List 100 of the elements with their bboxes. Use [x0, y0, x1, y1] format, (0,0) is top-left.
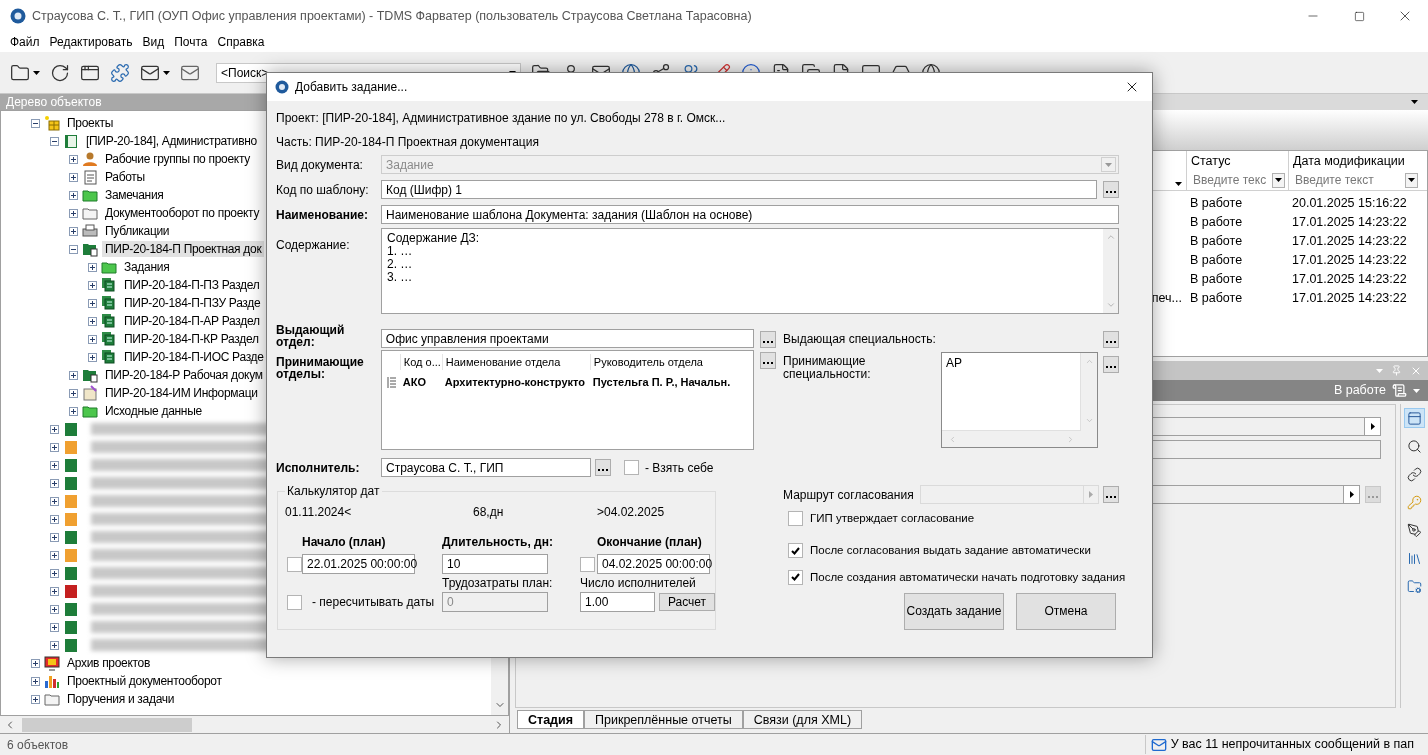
tree-item[interactable]: Проектный документооборот	[64, 673, 225, 689]
expand-toggle[interactable]	[50, 532, 59, 542]
expand-toggle[interactable]	[88, 280, 97, 290]
expand-toggle[interactable]	[50, 460, 59, 470]
expand-toggle[interactable]	[88, 298, 97, 308]
expand-toggle[interactable]	[50, 514, 59, 524]
expand-toggle[interactable]	[50, 622, 59, 632]
message-notice[interactable]: У вас 11 непрочитанных сообщений в пап	[1170, 735, 1414, 754]
tab[interactable]: Прикреплённые отчеты	[584, 710, 743, 729]
expand-toggle[interactable]	[50, 550, 59, 560]
route-field[interactable]	[919, 485, 1099, 504]
browse-button[interactable]	[760, 331, 776, 348]
tree-item[interactable]: Работы	[102, 169, 148, 185]
tab[interactable]: Связи (для XML)	[742, 710, 863, 729]
tree-item[interactable]: Документооборот по проекту	[102, 205, 263, 221]
text-area[interactable]: Содержание ДЗ: 1. … 2. … 3. …	[381, 228, 1119, 314]
input-field[interactable]: 1.00	[580, 592, 655, 612]
expand-toggle[interactable]	[69, 226, 78, 236]
expand-toggle[interactable]	[31, 694, 40, 704]
input-field[interactable]: 04.02.2025 00:00:00	[597, 554, 710, 574]
expand-toggle[interactable]	[69, 406, 78, 416]
expand-toggle[interactable]	[50, 478, 59, 488]
tree-item[interactable]: [ПИР-20-184], Административно	[83, 133, 260, 149]
expand-button[interactable]	[1343, 486, 1359, 503]
scroll-thumb[interactable]	[22, 717, 192, 732]
tree-item[interactable]: ПИР-20-184-ИМ Информаци	[102, 385, 261, 401]
input-field[interactable]: Код (Шифр) 1	[381, 180, 1097, 199]
tree-item[interactable]: ПИР-20-184-П-ПЗУ Разде	[121, 295, 264, 311]
tree-item[interactable]: Задания	[121, 259, 173, 275]
browse-button[interactable]	[760, 352, 776, 369]
expand-toggle[interactable]	[50, 442, 59, 452]
scrollbar[interactable]	[1103, 229, 1118, 313]
tree-item[interactable]: Замечания	[102, 187, 167, 203]
tree-item[interactable]: ПИР-20-184-П Проектная док	[102, 241, 265, 257]
expand-toggle[interactable]	[50, 496, 59, 506]
expand-toggle[interactable]	[88, 316, 97, 326]
browse-button[interactable]	[1103, 356, 1119, 373]
expand-toggle[interactable]	[50, 136, 59, 146]
puzzle-icon[interactable]	[110, 62, 130, 83]
tree-item[interactable]: Проекты	[64, 115, 117, 131]
checkbox[interactable]	[788, 511, 803, 527]
menu-item[interactable]: Файл	[5, 32, 45, 52]
tab[interactable]: Стадия	[517, 710, 584, 729]
expand-toggle[interactable]	[31, 676, 40, 686]
expand-toggle[interactable]	[50, 568, 59, 578]
column-header[interactable]: Статус	[1187, 151, 1288, 171]
checkbox[interactable]	[580, 556, 595, 572]
expand-toggle[interactable]	[50, 424, 59, 434]
expand-toggle[interactable]	[69, 190, 78, 200]
checkbox[interactable]	[788, 543, 803, 559]
menu-item[interactable]: Почта	[169, 32, 213, 52]
expand-toggle[interactable]	[69, 244, 78, 254]
tree-item[interactable]: ПИР-20-184-П-ПЗ Раздел	[121, 277, 263, 293]
tree-item[interactable]: Публикации	[102, 223, 173, 239]
browse-button[interactable]	[595, 459, 611, 476]
dialog-button[interactable]: Создать задание	[904, 592, 1004, 630]
tree-item[interactable]: Архив проектов	[64, 655, 154, 671]
expand-toggle[interactable]	[69, 172, 78, 182]
expand-toggle[interactable]	[31, 658, 40, 668]
checkbox[interactable]	[287, 594, 302, 610]
expand-toggle[interactable]	[50, 640, 59, 650]
input-field[interactable]: Офис управления проектами	[380, 329, 754, 348]
browse-button[interactable]	[1103, 486, 1119, 503]
tree-item[interactable]: Рабочие группы по проекту	[102, 151, 253, 167]
column-header[interactable]: Дата модификации	[1289, 151, 1421, 171]
menu-item[interactable]: Редактировать	[44, 32, 138, 52]
tree-item[interactable]: ПИР-20-184-Р Рабочая докум	[102, 367, 266, 383]
checkbox[interactable]	[788, 569, 803, 585]
expand-toggle[interactable]	[69, 370, 78, 380]
calculate-button[interactable]: Расчет	[659, 593, 715, 611]
tree-item[interactable]: Исходные данные	[102, 403, 205, 419]
side-tool-button[interactable]	[1404, 408, 1425, 428]
expand-toggle[interactable]	[50, 604, 59, 614]
expand-toggle[interactable]	[69, 208, 78, 218]
menu-item[interactable]: Справка	[212, 32, 270, 52]
envelope-icon[interactable]	[1150, 736, 1167, 753]
tree-item[interactable]: ПИР-20-184-П-КР Раздел	[121, 331, 262, 347]
scroll-icon[interactable]	[1392, 383, 1407, 398]
side-tool-button[interactable]	[1404, 464, 1425, 484]
expand-toggle[interactable]	[50, 586, 59, 596]
expand-toggle[interactable]	[88, 352, 97, 362]
dialog-button[interactable]: Отмена	[1016, 592, 1116, 630]
checkbox[interactable]	[287, 556, 302, 572]
input-field[interactable]: 10	[442, 554, 548, 574]
filter-field[interactable]: Введите текст	[1289, 171, 1421, 189]
tree-item[interactable]: ПИР-20-184-П-АР Раздел	[121, 313, 263, 329]
input-field[interactable]: Страусова С. Т., ГИП	[381, 458, 591, 477]
checkbox[interactable]	[624, 460, 639, 475]
refresh-icon[interactable]	[50, 62, 70, 83]
menu-item[interactable]: Вид	[137, 32, 170, 52]
expand-toggle[interactable]	[69, 154, 78, 164]
browse-button[interactable]	[1103, 331, 1119, 348]
filter-field[interactable]: Введите текс	[1187, 171, 1288, 189]
column-header[interactable]: Код о...	[399, 353, 442, 371]
list-item[interactable]: АР	[946, 356, 1080, 370]
expand-button[interactable]	[1364, 418, 1380, 435]
folder-icon[interactable]	[10, 62, 30, 83]
expand-toggle[interactable]	[88, 334, 97, 344]
expand-toggle[interactable]	[88, 262, 97, 272]
tree-item[interactable]: Поручения и задачи	[64, 691, 178, 707]
